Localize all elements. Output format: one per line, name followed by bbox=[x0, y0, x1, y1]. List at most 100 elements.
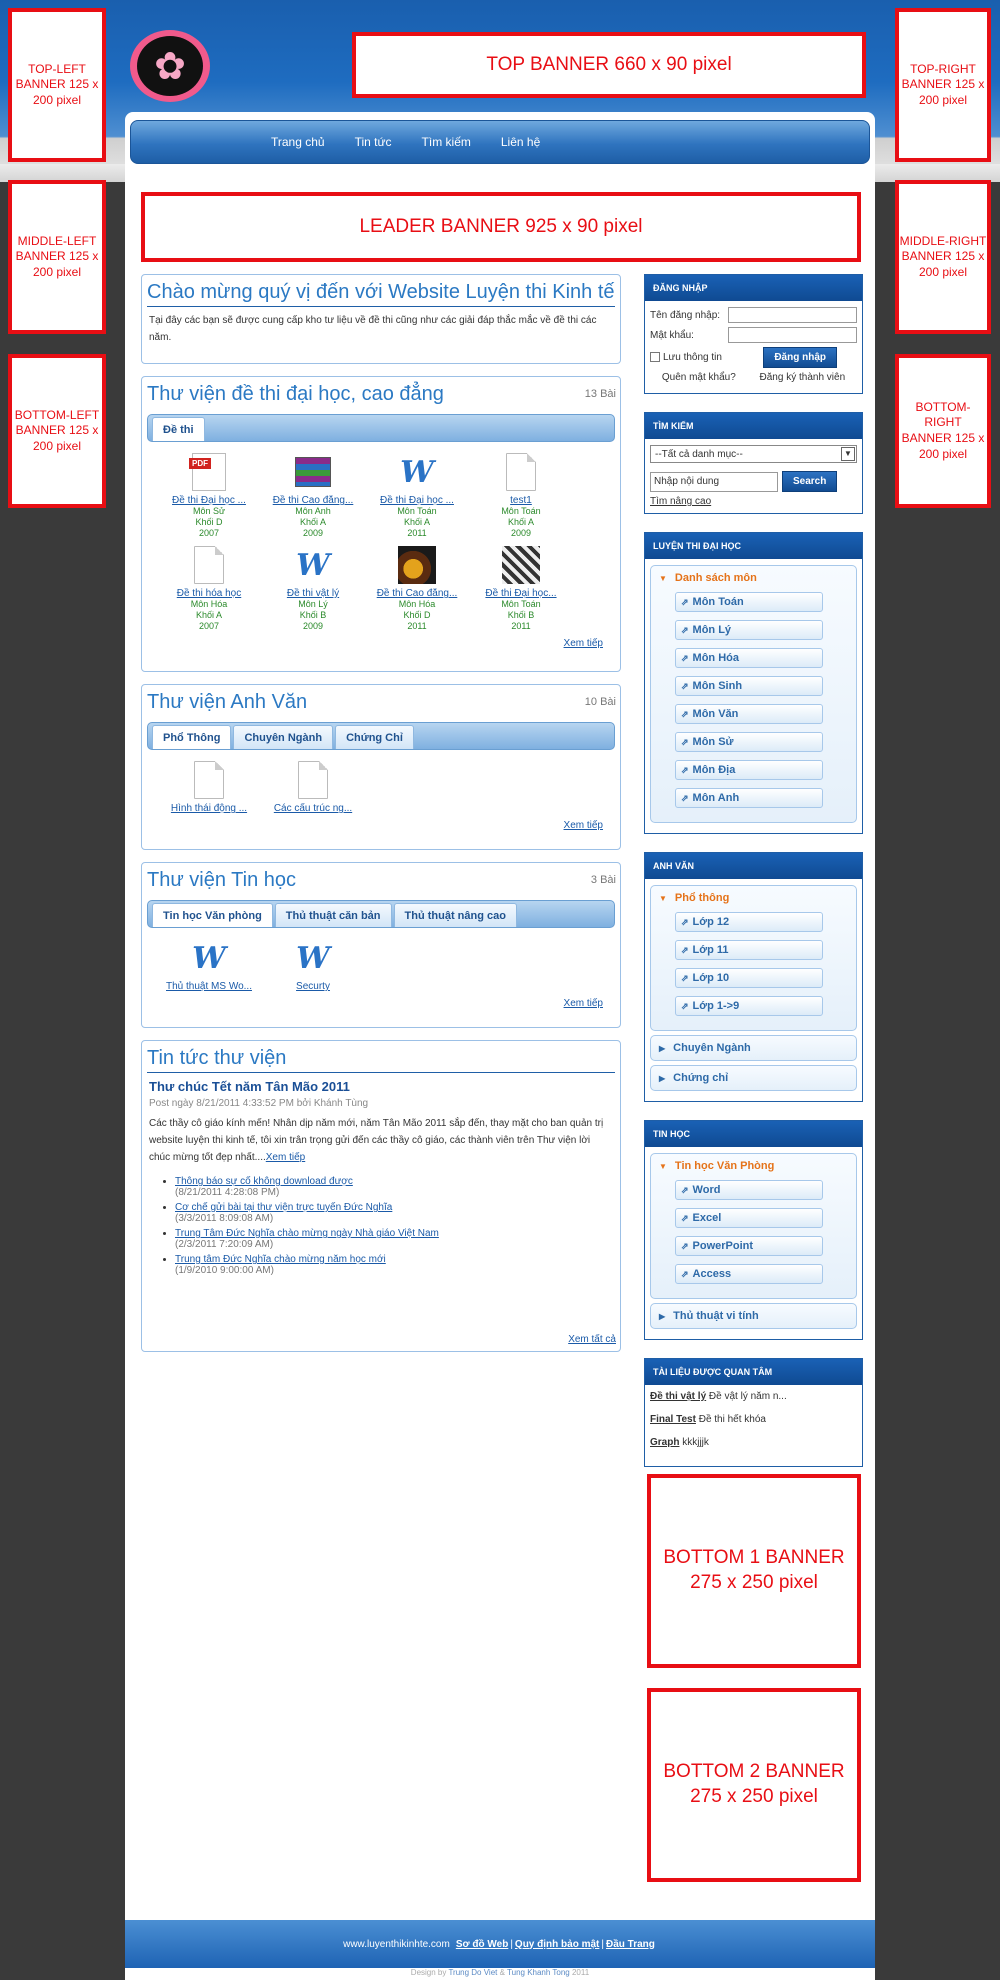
forgot-password-link[interactable]: Quên mật khẩu? bbox=[662, 372, 736, 383]
news-item-link[interactable]: Cơ chế gửi bài tại thư viện trực tuyến Đ… bbox=[175, 1202, 392, 1213]
computer-tips-accordion[interactable]: ▶ Thủ thuật vi tính bbox=[650, 1303, 857, 1329]
nav-home[interactable]: Trang chủ bbox=[271, 135, 325, 149]
site-logo[interactable]: ✿ bbox=[130, 30, 210, 102]
tab-thu-thuat-nang-cao[interactable]: Thủ thuật nâng cao bbox=[393, 903, 517, 927]
exam-library-more-link[interactable]: Xem tiếp bbox=[564, 638, 603, 649]
library-item-title[interactable]: Thủ thuật MS Wo... bbox=[157, 981, 261, 992]
news-item-date: (3/3/2011 8:09:08 AM) bbox=[175, 1213, 274, 1224]
library-item[interactable]: test1 Môn Toán Khối A 2009 bbox=[469, 452, 573, 539]
top-right-banner[interactable]: TOP-RIGHT BANNER 125 x 200 pixel bbox=[895, 8, 991, 162]
library-item[interactable]: W Đề thi vật lý Môn Lý Khối B 2009 bbox=[261, 545, 365, 632]
news-item-link[interactable]: Thông báo sự cố không download được bbox=[175, 1176, 353, 1187]
english-specialized-accordion[interactable]: ▶ Chuyên Ngành bbox=[650, 1035, 857, 1061]
it-library-more-link[interactable]: Xem tiếp bbox=[564, 998, 603, 1009]
sidebar-link-item[interactable]: ⇗ Môn Văn bbox=[675, 704, 823, 724]
bottom-left-banner[interactable]: BOTTOM-LEFT BANNER 125 x 200 pixel bbox=[8, 354, 106, 508]
tab-tin-hoc-van-phong[interactable]: Tin học Văn phòng bbox=[152, 903, 273, 927]
sidebar-link-item[interactable]: ⇗ Lớp 12 bbox=[675, 912, 823, 932]
credit-author-a[interactable]: Trung Do Viet bbox=[448, 1968, 497, 1977]
library-item-title[interactable]: test1 bbox=[469, 495, 573, 506]
office-toggle[interactable]: ▼ Tin học Văn Phòng bbox=[651, 1154, 856, 1178]
english-general-toggle[interactable]: ▼ Phổ thông bbox=[651, 886, 856, 910]
library-item-title[interactable]: Hình thái động ... bbox=[157, 803, 261, 814]
bottom-1-banner[interactable]: BOTTOM 1 BANNER 275 x 250 pixel bbox=[647, 1474, 861, 1668]
password-input[interactable] bbox=[728, 327, 857, 343]
subject-list-toggle[interactable]: ▼ Danh sách môn bbox=[651, 566, 856, 590]
library-item-title[interactable]: Securty bbox=[261, 981, 365, 992]
news-item-link[interactable]: Trung tâm Đức Nghĩa chào mừng năm học mớ… bbox=[175, 1254, 386, 1265]
footer-privacy-link[interactable]: Quy định bảo mật bbox=[515, 1939, 599, 1950]
news-all-link[interactable]: Xem tất cả bbox=[568, 1334, 616, 1345]
sidebar-link-item[interactable]: ⇗ Môn Sinh bbox=[675, 676, 823, 696]
top-left-banner[interactable]: TOP-LEFT BANNER 125 x 200 pixel bbox=[8, 8, 106, 162]
exam-prep-panel: LUYỆN THI ĐẠI HỌC ▼ Danh sách môn ⇗ Môn To… bbox=[644, 532, 863, 834]
sidebar-link-item[interactable]: ⇗ Môn Địa bbox=[675, 760, 823, 780]
tab-chuyen-nganh[interactable]: Chuyên Ngành bbox=[233, 725, 334, 749]
username-input[interactable] bbox=[728, 307, 857, 323]
footer-sitemap-link[interactable]: Sơ đồ Web bbox=[456, 1939, 508, 1950]
sidebar-link-item[interactable]: ⇗ Môn Toán bbox=[675, 592, 823, 612]
sidebar-link-item[interactable]: ⇗ Môn Lý bbox=[675, 620, 823, 640]
popular-doc-title[interactable]: Final Test bbox=[650, 1414, 696, 1425]
library-item-title[interactable]: Đề thi hóa học bbox=[157, 588, 261, 599]
library-item[interactable]: Đề thi Đại học... Môn Toán Khối B 2011 bbox=[469, 545, 573, 632]
sidebar-link-item[interactable]: ⇗ Access bbox=[675, 1264, 823, 1284]
library-item-title[interactable]: Đề thi vật lý bbox=[261, 588, 365, 599]
english-certificate-accordion[interactable]: ▶ Chứng chỉ bbox=[650, 1065, 857, 1091]
remember-checkbox[interactable] bbox=[650, 352, 660, 363]
tab-chung-chi[interactable]: Chứng Chỉ bbox=[335, 725, 414, 749]
leader-banner[interactable]: LEADER BANNER 925 x 90 pixel bbox=[141, 192, 861, 262]
news-item-link[interactable]: Trung Tâm Đức Nghĩa chào mừng ngày Nhà g… bbox=[175, 1228, 439, 1239]
footer-top-link[interactable]: Đầu Trang bbox=[606, 1939, 655, 1950]
middle-left-banner[interactable]: MIDDLE-LEFT BANNER 125 x 200 pixel bbox=[8, 180, 106, 334]
library-item[interactable]: W Đề thi Đại học ... Môn Toán Khối A 2011 bbox=[365, 452, 469, 539]
library-item[interactable]: Đề thi hóa học Môn Hóa Khối A 2007 bbox=[157, 545, 261, 632]
library-item-title[interactable]: Đề thi Đại học ... bbox=[157, 495, 261, 506]
library-item-title[interactable]: Đề thi Đại học ... bbox=[365, 495, 469, 506]
sidebar-link-item[interactable]: ⇗ Excel bbox=[675, 1208, 823, 1228]
nav-search[interactable]: Tìm kiếm bbox=[422, 135, 471, 149]
sidebar-link-item[interactable]: ⇗ Môn Anh bbox=[675, 788, 823, 808]
library-item-title[interactable]: Đề thi Đại học... bbox=[469, 588, 573, 599]
library-item[interactable]: Đề thi Cao đẳng... Môn Hóa Khối D 2011 bbox=[365, 545, 469, 632]
register-link[interactable]: Đăng ký thành viên bbox=[760, 372, 846, 383]
middle-right-banner[interactable]: MIDDLE-RIGHT BANNER 125 x 200 pixel bbox=[895, 180, 991, 334]
credit-author-b[interactable]: Tung Khanh Tong bbox=[507, 1968, 570, 1977]
library-item[interactable]: PDF Đề thi Đại học ... Môn Sử Khối D 2007 bbox=[157, 452, 261, 539]
library-item-title[interactable]: Đề thi Cao đẳng... bbox=[365, 588, 469, 599]
login-button[interactable]: Đăng nhập bbox=[763, 347, 837, 368]
library-item[interactable]: Đề thi Cao đẳng... Môn Anh Khối A 2009 bbox=[261, 452, 365, 539]
search-button[interactable]: Search bbox=[782, 471, 838, 492]
library-item[interactable]: W Thủ thuật MS Wo... bbox=[157, 938, 261, 993]
library-item[interactable]: Hình thái động ... bbox=[157, 760, 261, 814]
tab-pho-thong[interactable]: Phổ Thông bbox=[152, 725, 232, 749]
sidebar-link-item[interactable]: ⇗ Môn Hóa bbox=[675, 648, 823, 668]
sidebar-link-item[interactable]: ⇗ PowerPoint bbox=[675, 1236, 823, 1256]
sidebar-link-item[interactable]: ⇗ Lớp 1->9 bbox=[675, 996, 823, 1016]
office-accordion: ▼ Tin học Văn Phòng ⇗ Word ⇗ Excel ⇗ PowerPoin… bbox=[650, 1153, 857, 1299]
news-item-date: (1/9/2010 9:00:00 AM) bbox=[175, 1265, 274, 1276]
news-headline[interactable]: Thư chúc Tết năm Tân Mão 2011 bbox=[149, 1079, 613, 1094]
nav-news[interactable]: Tin tức bbox=[355, 135, 392, 149]
sidebar-link-item[interactable]: ⇗ Word bbox=[675, 1180, 823, 1200]
tab-de-thi[interactable]: Đề thi bbox=[152, 417, 205, 441]
bottom-right-banner[interactable]: BOTTOM-RIGHT BANNER 125 x 200 pixel bbox=[895, 354, 991, 508]
popular-doc-title[interactable]: Đề thi vật lý bbox=[650, 1391, 706, 1402]
news-read-more-link[interactable]: Xem tiếp bbox=[266, 1152, 305, 1163]
category-select[interactable]: --Tất cả danh mục-- ▼ bbox=[650, 445, 857, 463]
library-item[interactable]: W Securty bbox=[261, 938, 365, 993]
search-input[interactable]: Nhập nội dung bbox=[650, 471, 778, 492]
popular-doc-title[interactable]: Graph bbox=[650, 1437, 679, 1448]
library-item[interactable]: Các cấu trúc ng... bbox=[261, 760, 365, 814]
tab-thu-thuat-can-ban[interactable]: Thủ thuật căn bản bbox=[274, 903, 392, 927]
top-banner[interactable]: TOP BANNER 660 x 90 pixel bbox=[352, 32, 866, 98]
english-library-more-link[interactable]: Xem tiếp bbox=[564, 820, 603, 831]
sidebar-link-item[interactable]: ⇗ Môn Sử bbox=[675, 732, 823, 752]
library-item-title[interactable]: Đề thi Cao đẳng... bbox=[261, 495, 365, 506]
bottom-2-banner[interactable]: BOTTOM 2 BANNER 275 x 250 pixel bbox=[647, 1688, 861, 1882]
sidebar-link-item[interactable]: ⇗ Lớp 10 bbox=[675, 968, 823, 988]
advanced-search-link[interactable]: Tìm nâng cao bbox=[650, 496, 711, 507]
sidebar-link-item[interactable]: ⇗ Lớp 11 bbox=[675, 940, 823, 960]
library-item-title[interactable]: Các cấu trúc ng... bbox=[261, 803, 365, 814]
nav-contact[interactable]: Liên hệ bbox=[501, 135, 540, 149]
